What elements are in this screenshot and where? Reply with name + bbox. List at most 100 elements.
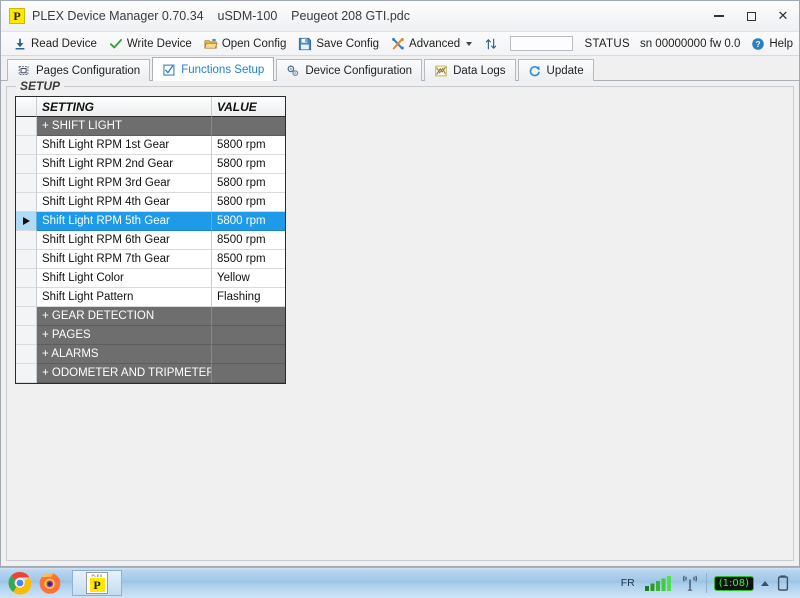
minimize-button[interactable] <box>703 1 735 31</box>
battery-time-indicator[interactable]: (1:08) <box>713 575 754 591</box>
row-setting[interactable]: + GEAR DETECTION <box>37 307 212 326</box>
battery-icon[interactable] <box>776 574 790 592</box>
table-row[interactable]: Shift Light RPM 4th Gear 5800 rpm <box>16 193 285 212</box>
table-row[interactable]: Shift Light Pattern Flashing <box>16 288 285 307</box>
row-value[interactable]: 5800 rpm <box>212 174 285 193</box>
taskbar: PLEX P FR (1:08) <box>0 567 800 598</box>
row-gutter[interactable] <box>16 174 37 193</box>
table-row-group[interactable]: + PAGES <box>16 326 285 345</box>
open-config-button[interactable]: Open Config <box>198 33 293 54</box>
tab-data-logs[interactable]: Data Logs <box>424 59 516 81</box>
save-config-button[interactable]: Save Config <box>292 33 385 54</box>
write-device-button[interactable]: Write Device <box>103 33 198 54</box>
transfer-toggle-button[interactable] <box>478 33 504 54</box>
close-button[interactable]: ✕ <box>767 1 799 31</box>
content-area: SETUP SETTING VALUE + SHIFT LIGHT Shift … <box>1 79 799 566</box>
table-row[interactable]: Shift Light RPM 6th Gear 8500 rpm <box>16 231 285 250</box>
row-setting[interactable]: + PAGES <box>37 326 212 345</box>
advanced-menu-button[interactable]: Advanced <box>385 33 478 54</box>
grid-header-gutter <box>16 97 37 117</box>
row-value[interactable] <box>212 307 285 326</box>
title-bar: P PLEX Device Manager 0.70.34 uSDM-100 P… <box>1 1 799 32</box>
row-value[interactable]: 5800 rpm <box>212 155 285 174</box>
row-gutter[interactable] <box>16 136 37 155</box>
row-setting[interactable]: Shift Light Color <box>37 269 212 288</box>
firefox-icon[interactable] <box>38 571 62 595</box>
taskbar-button-plex[interactable]: PLEX P <box>72 570 122 596</box>
window-controls: ✕ <box>703 1 799 31</box>
tab-device-configuration[interactable]: Device Configuration <box>276 59 423 81</box>
current-row-arrow-icon <box>22 217 30 225</box>
row-value[interactable]: 5800 rpm <box>212 212 285 231</box>
progress-input[interactable] <box>510 36 574 51</box>
row-setting[interactable]: Shift Light RPM 2nd Gear <box>37 155 212 174</box>
row-value[interactable] <box>212 117 285 136</box>
main-toolbar: Read Device Write Device Open Config Sav… <box>1 32 799 56</box>
settings-grid[interactable]: SETTING VALUE + SHIFT LIGHT Shift Light … <box>15 96 286 384</box>
row-setting[interactable]: Shift Light RPM 4th Gear <box>37 193 212 212</box>
row-setting[interactable]: Shift Light RPM 7th Gear <box>37 250 212 269</box>
row-gutter[interactable] <box>16 288 37 307</box>
table-row-group[interactable]: + ODOMETER AND TRIPMETER <box>16 364 285 383</box>
row-value[interactable] <box>212 326 285 345</box>
folder-open-icon <box>204 38 218 49</box>
table-row-selected[interactable]: Shift Light RPM 5th Gear 5800 rpm <box>16 212 285 231</box>
row-value[interactable] <box>212 345 285 364</box>
row-setting[interactable]: + ALARMS <box>37 345 212 364</box>
row-gutter[interactable] <box>16 231 37 250</box>
tab-label: Data Logs <box>453 64 506 77</box>
row-value[interactable]: Flashing <box>212 288 285 307</box>
table-row[interactable]: Shift Light RPM 1st Gear 5800 rpm <box>16 136 285 155</box>
gears-icon <box>287 65 299 76</box>
row-gutter[interactable] <box>16 364 37 383</box>
help-button[interactable]: ? Help <box>745 33 799 54</box>
row-gutter[interactable] <box>16 345 37 364</box>
tab-pages-configuration[interactable]: Pages Configuration <box>7 59 151 81</box>
row-gutter[interactable] <box>16 117 37 136</box>
row-gutter[interactable] <box>16 326 37 345</box>
row-setting[interactable]: Shift Light RPM 5th Gear <box>37 212 212 231</box>
read-device-button[interactable]: Read Device <box>7 33 103 54</box>
tab-update[interactable]: Update <box>517 59 594 81</box>
maximize-button[interactable] <box>735 1 767 31</box>
write-device-label: Write Device <box>126 37 192 50</box>
row-setting[interactable]: Shift Light RPM 6th Gear <box>37 231 212 250</box>
signal-bars-icon[interactable] <box>644 574 674 592</box>
table-row[interactable]: Shift Light RPM 2nd Gear 5800 rpm <box>16 155 285 174</box>
table-row[interactable]: Shift Light RPM 3rd Gear 5800 rpm <box>16 174 285 193</box>
table-row-group[interactable]: + SHIFT LIGHT <box>16 117 285 136</box>
row-gutter[interactable] <box>16 250 37 269</box>
row-gutter-selected[interactable] <box>16 212 37 231</box>
row-value[interactable]: 5800 rpm <box>212 193 285 212</box>
row-value[interactable]: 8500 rpm <box>212 231 285 250</box>
row-value[interactable]: 5800 rpm <box>212 136 285 155</box>
row-value[interactable]: Yellow <box>212 269 285 288</box>
wireless-icon[interactable] <box>681 574 699 592</box>
table-row-group[interactable]: + GEAR DETECTION <box>16 307 285 326</box>
row-setting[interactable]: Shift Light RPM 3rd Gear <box>37 174 212 193</box>
row-value[interactable] <box>212 364 285 383</box>
tab-label: Pages Configuration <box>36 64 141 77</box>
chrome-icon[interactable] <box>8 571 32 595</box>
row-setting[interactable]: + ODOMETER AND TRIPMETER <box>37 364 212 383</box>
row-gutter[interactable] <box>16 269 37 288</box>
column-header-setting[interactable]: SETTING <box>37 97 212 117</box>
column-header-value[interactable]: VALUE <box>212 97 285 117</box>
table-row[interactable]: Shift Light RPM 7th Gear 8500 rpm <box>16 250 285 269</box>
language-indicator[interactable]: FR <box>619 577 637 589</box>
row-gutter[interactable] <box>16 307 37 326</box>
row-setting[interactable]: Shift Light RPM 1st Gear <box>37 136 212 155</box>
tab-functions-setup[interactable]: Functions Setup <box>152 57 275 81</box>
row-gutter[interactable] <box>16 155 37 174</box>
row-gutter[interactable] <box>16 193 37 212</box>
row-setting[interactable]: + SHIFT LIGHT <box>37 117 212 136</box>
floppy-disk-icon <box>299 37 312 50</box>
tab-strip: Pages Configuration Functions Setup Devi… <box>1 56 799 81</box>
row-setting[interactable]: Shift Light Pattern <box>37 288 212 307</box>
taskbar-apps: PLEX P <box>0 568 122 598</box>
show-hidden-icons-button[interactable] <box>761 580 769 586</box>
row-value[interactable]: 8500 rpm <box>212 250 285 269</box>
table-row[interactable]: Shift Light Color Yellow <box>16 269 285 288</box>
plex-app-icon: PLEX P <box>86 572 108 594</box>
table-row-group[interactable]: + ALARMS <box>16 345 285 364</box>
